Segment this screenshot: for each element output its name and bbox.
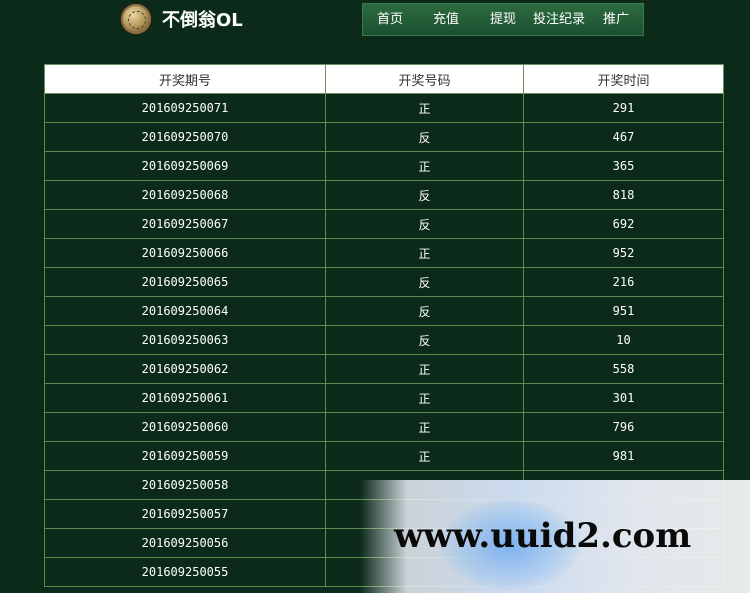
time-cell: 365 (523, 151, 724, 181)
table-row: 201609250068 反 818 (44, 180, 724, 210)
watermark-overlay: www.uuid2.com (360, 480, 750, 593)
time-cell: 818 (523, 180, 724, 210)
nav-withdraw[interactable]: 提现 (490, 4, 516, 35)
period-cell: 201609250070 (44, 122, 326, 152)
table-row: 201609250063 反 10 (44, 325, 724, 355)
nav-recharge[interactable]: 充值 (433, 4, 459, 35)
time-cell: 301 (523, 383, 724, 413)
time-cell: 558 (523, 354, 724, 384)
nav-home[interactable]: 首页 (377, 4, 403, 35)
code-cell: 反 (325, 325, 524, 355)
watermark-text: www.uuid2.com (394, 516, 692, 556)
table-row: 201609250070 反 467 (44, 122, 724, 152)
time-cell: 216 (523, 267, 724, 297)
period-cell: 201609250055 (44, 557, 326, 587)
table-row: 201609250060 正 796 (44, 412, 724, 442)
period-cell: 201609250064 (44, 296, 326, 326)
period-cell: 201609250061 (44, 383, 326, 413)
code-cell: 正 (325, 441, 524, 471)
header-draw-time: 开奖时间 (523, 64, 724, 94)
table-row: 201609250062 正 558 (44, 354, 724, 384)
period-cell: 201609250057 (44, 499, 326, 529)
period-cell: 201609250063 (44, 325, 326, 355)
table-row: 201609250069 正 365 (44, 151, 724, 181)
header-draw-number: 开奖号码 (325, 64, 524, 94)
table-row: 201609250064 反 951 (44, 296, 724, 326)
period-cell: 201609250062 (44, 354, 326, 384)
code-cell: 正 (325, 412, 524, 442)
time-cell: 10 (523, 325, 724, 355)
time-cell: 952 (523, 238, 724, 268)
period-cell: 201609250069 (44, 151, 326, 181)
table-row: 201609250071 正 291 (44, 93, 724, 123)
time-cell: 981 (523, 441, 724, 471)
code-cell: 反 (325, 122, 524, 152)
code-cell: 正 (325, 383, 524, 413)
site-logo[interactable]: 不倒翁OL (121, 3, 243, 35)
period-cell: 201609250068 (44, 180, 326, 210)
code-cell: 正 (325, 93, 524, 123)
table-row: 201609250065 反 216 (44, 267, 724, 297)
code-cell: 正 (325, 354, 524, 384)
period-cell: 201609250059 (44, 441, 326, 471)
table-row: 201609250059 正 981 (44, 441, 724, 471)
period-cell: 201609250056 (44, 528, 326, 558)
code-cell: 正 (325, 151, 524, 181)
table-row: 201609250061 正 301 (44, 383, 724, 413)
main-nav: 首页 充值 提现 投注纪录 推广 (362, 3, 644, 36)
coin-logo-icon (121, 4, 151, 34)
code-cell: 反 (325, 209, 524, 239)
nav-bet-records[interactable]: 投注纪录 (533, 4, 585, 35)
header-period: 开奖期号 (44, 64, 326, 94)
period-cell: 201609250060 (44, 412, 326, 442)
table-row: 201609250067 反 692 (44, 209, 724, 239)
code-cell: 反 (325, 296, 524, 326)
time-cell: 467 (523, 122, 724, 152)
code-cell: 反 (325, 180, 524, 210)
time-cell: 951 (523, 296, 724, 326)
time-cell: 796 (523, 412, 724, 442)
table-row: 201609250066 正 952 (44, 238, 724, 268)
period-cell: 201609250065 (44, 267, 326, 297)
time-cell: 291 (523, 93, 724, 123)
code-cell: 正 (325, 238, 524, 268)
table-header-row: 开奖期号 开奖号码 开奖时间 (44, 64, 724, 94)
code-cell: 反 (325, 267, 524, 297)
period-cell: 201609250071 (44, 93, 326, 123)
period-cell: 201609250067 (44, 209, 326, 239)
nav-promotion[interactable]: 推广 (603, 4, 629, 35)
period-cell: 201609250058 (44, 470, 326, 500)
site-title: 不倒翁OL (162, 10, 243, 31)
period-cell: 201609250066 (44, 238, 326, 268)
time-cell: 692 (523, 209, 724, 239)
